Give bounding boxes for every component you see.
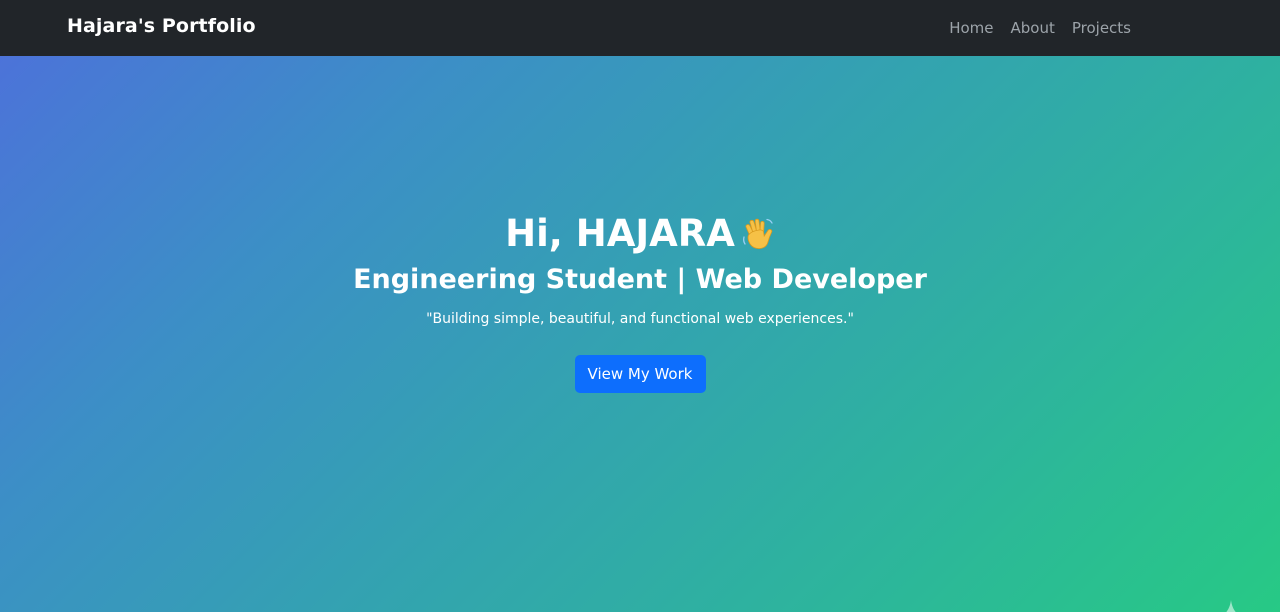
hero-title: Hi, HAJARA bbox=[0, 210, 1280, 258]
navbar: Hajara's Portfolio Home About Projects bbox=[0, 0, 1280, 56]
nav-links: Home About Projects bbox=[949, 19, 1131, 37]
nav-link-about[interactable]: About bbox=[1011, 19, 1055, 37]
hero-greeting: Hi, HAJARA bbox=[505, 212, 735, 255]
hero-section: Hi, HAJARA Engineering Student | Web Dev… bbox=[0, 56, 1280, 612]
sparkle-icon[interactable] bbox=[1209, 598, 1253, 612]
nav-link-home[interactable]: Home bbox=[949, 19, 993, 37]
view-my-work-button[interactable]: View My Work bbox=[574, 355, 706, 393]
hero-content: Hi, HAJARA Engineering Student | Web Dev… bbox=[0, 210, 1280, 393]
page: Hajara's Portfolio Home About Projects H… bbox=[0, 0, 1280, 612]
waving-hand-icon bbox=[742, 218, 773, 249]
nav-link-projects[interactable]: Projects bbox=[1072, 19, 1131, 37]
hero-tagline: "Building simple, beautiful, and functio… bbox=[426, 311, 854, 327]
hero-subtitle: Engineering Student | Web Developer bbox=[353, 264, 927, 295]
brand-link[interactable]: Hajara's Portfolio bbox=[67, 15, 256, 37]
